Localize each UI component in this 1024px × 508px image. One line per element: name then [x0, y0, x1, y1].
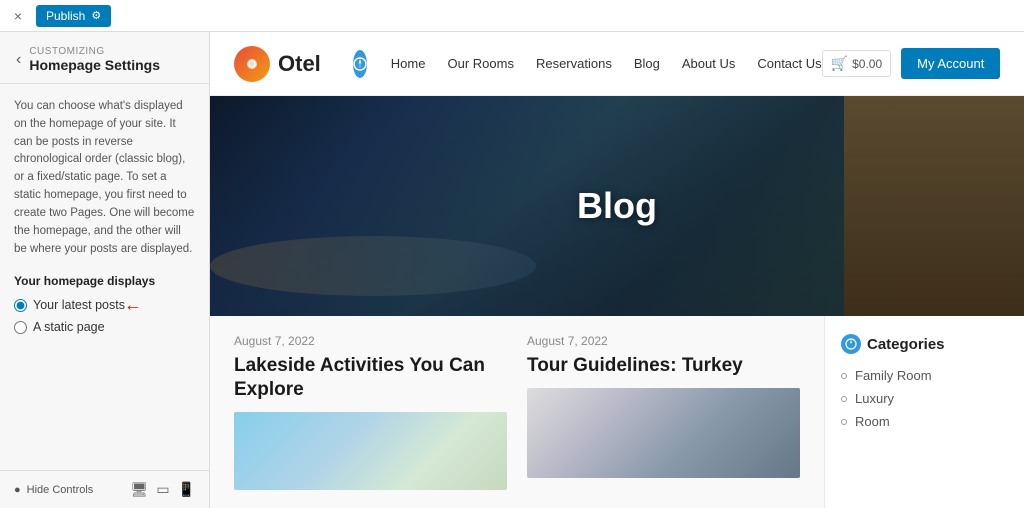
sidebar-title: Homepage Settings: [29, 57, 160, 73]
post-card-1: August 7, 2022 Lakeside Activities You C…: [234, 334, 507, 490]
posts-area: August 7, 2022 Lakeside Activities You C…: [210, 316, 824, 508]
building-right: [844, 96, 1024, 316]
radio-group: Your latest posts ← A static page: [14, 298, 195, 334]
categories-icon: [841, 334, 861, 354]
water-reflection: [210, 236, 536, 296]
my-account-button[interactable]: My Account: [901, 48, 1000, 79]
post-1-date: August 7, 2022: [234, 334, 507, 348]
category-bullet: [841, 373, 847, 379]
post-2-image-bg: [527, 388, 800, 478]
sidebar-panel: ‹ Customizing Homepage Settings You can …: [0, 32, 210, 508]
publish-button[interactable]: Publish ⚙: [36, 5, 111, 27]
category-label: Family Room: [855, 368, 932, 383]
categories-title: Categories: [867, 336, 945, 353]
customizing-label: Customizing: [29, 46, 160, 57]
categories-header: Categories: [841, 334, 1008, 354]
category-item-room[interactable]: Room: [841, 414, 1008, 429]
gear-icon: ⚙: [91, 9, 101, 22]
arrow-indicator: ←: [124, 295, 142, 316]
close-icon: ×: [14, 8, 22, 24]
latest-posts-label: Your latest posts: [33, 298, 125, 312]
hide-controls-button[interactable]: ● Hide Controls: [14, 484, 93, 496]
nav-about-us[interactable]: About Us: [682, 56, 735, 71]
red-arrow-icon: ←: [124, 295, 142, 316]
post-1-image[interactable]: [234, 412, 507, 491]
post-2-date: August 7, 2022: [527, 334, 800, 348]
category-bullet: [841, 419, 847, 425]
nav-contact-us[interactable]: Contact Us: [757, 56, 821, 71]
close-button[interactable]: ×: [8, 6, 28, 26]
main-layout: ‹ Customizing Homepage Settings You can …: [0, 32, 1024, 508]
post-2-title[interactable]: Tour Guidelines: Turkey: [527, 354, 800, 378]
category-list: Family Room Luxury Room: [841, 368, 1008, 429]
eye-icon: ●: [14, 484, 21, 496]
logo-icon: [234, 46, 270, 82]
admin-bar: × Publish ⚙: [0, 0, 1024, 32]
site-name: Otel: [278, 51, 321, 77]
right-sidebar: Categories Family Room Luxury Room: [824, 316, 1024, 508]
nav-links: Home Our Rooms Reservations Blog About U…: [391, 56, 822, 71]
nav-blog[interactable]: Blog: [634, 56, 660, 71]
back-button[interactable]: ‹: [16, 51, 21, 69]
nav-reservations[interactable]: Reservations: [536, 56, 612, 71]
post-1-image-bg: [234, 412, 507, 491]
tablet-icon[interactable]: ▭: [156, 481, 169, 498]
site-logo: Otel: [234, 46, 321, 82]
compass-icon: [353, 50, 367, 78]
cart-price: $0.00: [852, 57, 882, 71]
hero-title: Blog: [577, 185, 657, 227]
post-card-2: August 7, 2022 Tour Guidelines: Turkey: [527, 334, 800, 490]
device-icons: 🖥 ▭ 📱: [131, 481, 195, 498]
category-item-family-room[interactable]: Family Room: [841, 368, 1008, 383]
category-label: Luxury: [855, 391, 894, 406]
category-label: Room: [855, 414, 890, 429]
below-hero: August 7, 2022 Lakeside Activities You C…: [210, 316, 1024, 508]
cart-button[interactable]: 🛒 $0.00: [822, 50, 891, 77]
static-page-label: A static page: [33, 320, 105, 334]
content-area: Otel Home Our Rooms Reservations Blog Ab…: [210, 32, 1024, 508]
nav-right: 🛒 $0.00 My Account: [822, 48, 1001, 79]
post-2-image[interactable]: [527, 388, 800, 478]
mobile-icon[interactable]: 📱: [178, 481, 195, 498]
sidebar-body: You can choose what's displayed on the h…: [0, 84, 209, 470]
sidebar-footer: ● Hide Controls 🖥 ▭ 📱: [0, 470, 209, 508]
radio-static-page: A static page: [14, 320, 195, 334]
nav-our-rooms[interactable]: Our Rooms: [447, 56, 513, 71]
sidebar-header: ‹ Customizing Homepage Settings: [0, 32, 209, 84]
sidebar-description: You can choose what's displayed on the h…: [14, 98, 195, 258]
latest-posts-radio[interactable]: [14, 299, 27, 312]
publish-label: Publish: [46, 9, 85, 23]
post-1-title[interactable]: Lakeside Activities You Can Explore: [234, 354, 507, 402]
cart-icon: 🛒: [831, 55, 848, 72]
sidebar-header-text: Customizing Homepage Settings: [29, 46, 160, 73]
hide-controls-label: Hide Controls: [27, 484, 94, 496]
radio-latest-posts: Your latest posts ←: [14, 298, 195, 312]
homepage-displays-label: Your homepage displays: [14, 274, 195, 288]
site-nav: Otel Home Our Rooms Reservations Blog Ab…: [210, 32, 1024, 96]
hero-section: Blog: [210, 96, 1024, 316]
desktop-icon[interactable]: 🖥: [131, 481, 149, 498]
category-bullet: [841, 396, 847, 402]
category-item-luxury[interactable]: Luxury: [841, 391, 1008, 406]
nav-home[interactable]: Home: [391, 56, 426, 71]
static-page-radio[interactable]: [14, 321, 27, 334]
